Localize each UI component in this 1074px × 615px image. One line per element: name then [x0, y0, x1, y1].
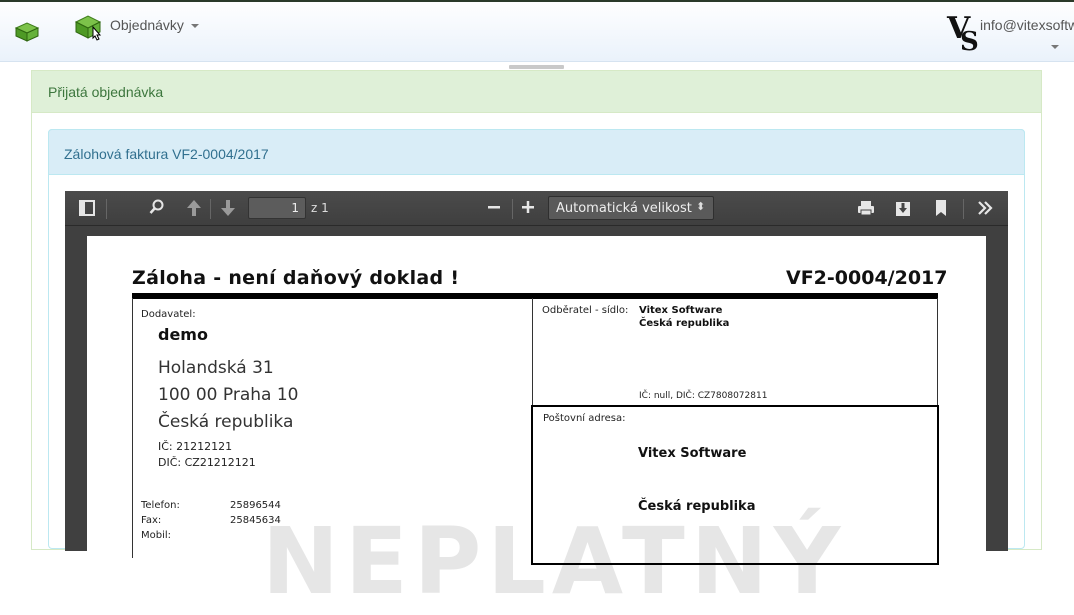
chevron-down-icon[interactable]: [191, 24, 199, 28]
customer-label: Odběratel - sídlo:: [542, 305, 629, 316]
order-panel-heading: [31, 70, 1042, 113]
zoom-select-arrows-icon[interactable]: ⬍: [696, 200, 705, 213]
document-number: VF2-0004/2017: [786, 267, 948, 289]
zoom-in-icon[interactable]: [520, 199, 536, 219]
document-title: Záloha - není daňový doklad !: [132, 267, 460, 289]
supplier-label: Dodavatel:: [141, 309, 196, 320]
user-menu-label[interactable]: info@vitexsoftware: [980, 17, 1074, 33]
previous-page-icon[interactable]: [186, 199, 202, 221]
fax-value: 25845634: [230, 515, 281, 526]
home-box-icon[interactable]: [14, 20, 40, 42]
phone-label: Telefon:: [141, 500, 180, 511]
postal-country: Česká republika: [638, 499, 756, 514]
toolbar-divider: [210, 199, 211, 219]
customer-name: Vitex Software: [639, 305, 723, 316]
customer-ids: IČ: null, DIČ: CZ7808072811: [639, 391, 768, 401]
orders-box-cursor-icon[interactable]: [74, 13, 106, 41]
navbar-top-border: [0, 0, 1074, 2]
postal-label: Poštovní adresa:: [543, 413, 626, 424]
postal-address-box: [531, 405, 939, 565]
download-icon[interactable]: [895, 199, 911, 221]
toolbar-divider: [106, 199, 107, 219]
resize-grip[interactable]: [509, 65, 564, 69]
user-chevron-down-icon[interactable]: [1051, 45, 1059, 49]
sidebar-toggle-icon[interactable]: [79, 200, 95, 220]
toolbar-divider: [512, 199, 513, 219]
page-number-input[interactable]: 1: [248, 197, 306, 219]
supplier-country: Česká republika: [158, 412, 294, 432]
postal-name: Vitex Software: [638, 446, 747, 461]
fax-label: Fax:: [141, 515, 162, 526]
tools-menu-icon[interactable]: [976, 199, 994, 221]
phone-value: 25896544: [230, 500, 281, 511]
bookmark-icon[interactable]: [935, 199, 947, 221]
supplier-street: Holandská 31: [158, 358, 274, 378]
toolbar-divider: [963, 199, 964, 219]
supplier-ic: IČ: 21212121: [158, 440, 233, 453]
supplier-name: demo: [158, 325, 208, 344]
svg-text:S: S: [960, 27, 979, 54]
invoice-panel-title: Zálohová faktura VF2-0004/2017: [64, 146, 269, 162]
zoom-out-icon[interactable]: [486, 199, 502, 219]
search-icon[interactable]: [149, 199, 165, 219]
supplier-dic: DIČ: CZ21212121: [158, 456, 256, 469]
order-panel-title: Přijatá objednávka: [48, 84, 164, 100]
zoom-select[interactable]: Automatická velikost: [548, 196, 714, 220]
customer-country: Česká republika: [639, 318, 730, 329]
print-icon[interactable]: [857, 200, 875, 220]
next-page-icon[interactable]: [220, 199, 236, 221]
orders-menu-label[interactable]: Objednávky: [110, 17, 184, 33]
mobile-label: Mobil:: [141, 530, 172, 541]
supplier-city: 100 00 Praha 10: [158, 385, 299, 405]
page-count-label: z 1: [311, 201, 329, 215]
